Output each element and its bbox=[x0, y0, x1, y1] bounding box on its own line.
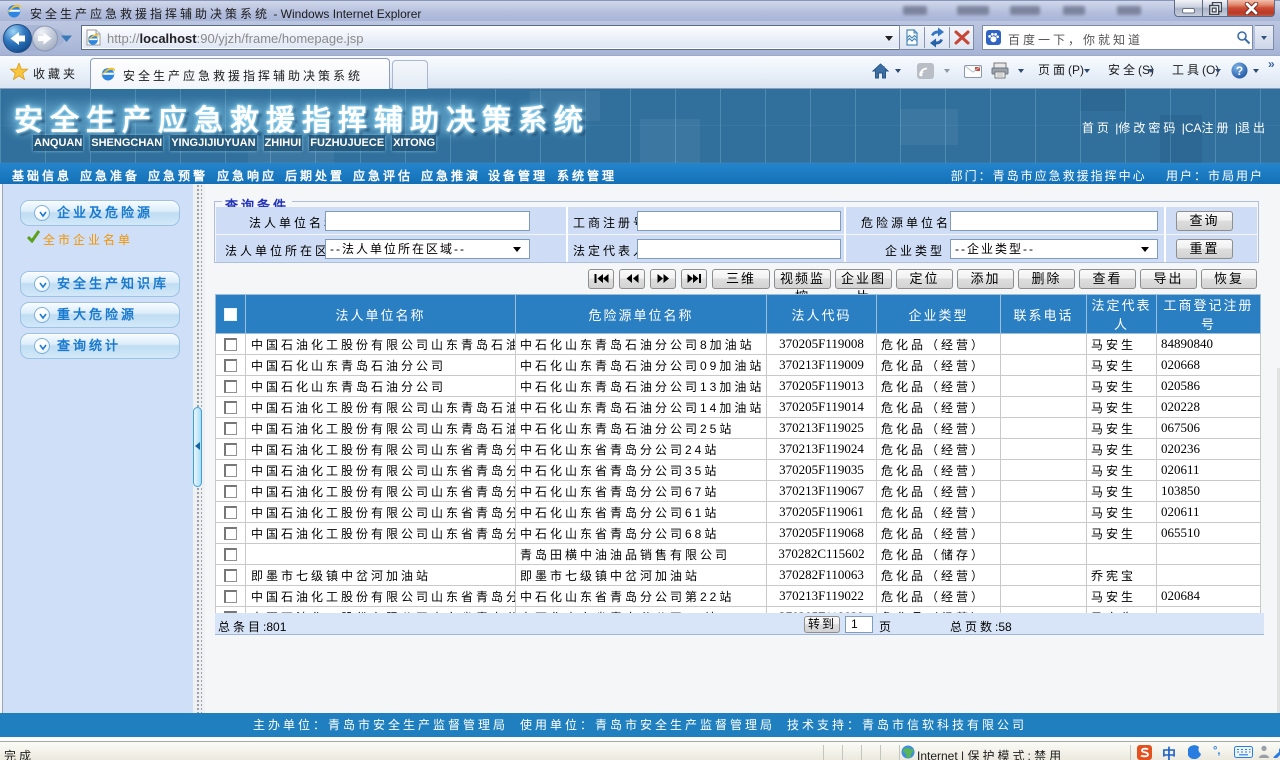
svg-text:?: ? bbox=[1236, 64, 1243, 78]
